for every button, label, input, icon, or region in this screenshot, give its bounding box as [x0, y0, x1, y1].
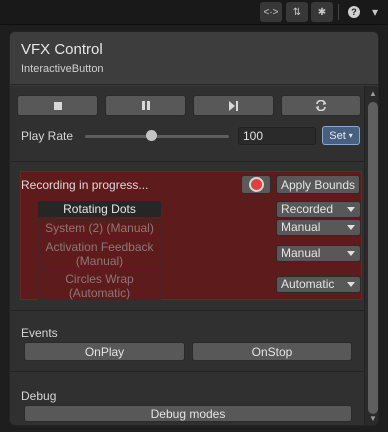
section-divider	[10, 161, 364, 162]
restart-icon	[315, 100, 327, 111]
help-icon[interactable]: ?	[344, 2, 364, 22]
mode-value: Automatic	[281, 277, 335, 291]
system-name-line: (Automatic)	[68, 286, 131, 300]
system-name-line: (Manual)	[75, 254, 124, 268]
system-name-line: Circles Wrap	[65, 272, 134, 286]
system-name-system-2[interactable]: System (2) (Manual)	[38, 220, 161, 236]
system-name-line: Activation Feedback	[45, 240, 154, 254]
panel-content: Play Rate 100 Set ▾ Recording in progres…	[10, 86, 364, 425]
play-rate-slider-thumb[interactable]	[146, 130, 157, 141]
vfx-control-panel: VFX Control InteractiveButton Play Rate …	[9, 31, 379, 426]
recording-status: Recording in progress...	[21, 178, 149, 192]
bug-icon-glyph: ✱	[317, 6, 327, 18]
mode-dropdown-activation-feedback[interactable]: Manual	[276, 245, 361, 262]
play-rate-slider-track[interactable]	[85, 135, 229, 138]
onstop-button[interactable]: OnStop	[192, 342, 352, 361]
mode-value: Recorded	[281, 202, 334, 216]
mode-dropdown-rotating-dots[interactable]: Recorded	[276, 201, 361, 218]
layout-icon-glyph: ⇅	[292, 6, 302, 18]
step-forward-button[interactable]	[193, 95, 274, 116]
set-button-label: Set	[329, 129, 346, 142]
chevron-down-icon	[347, 207, 355, 212]
layout-icon[interactable]: ⇅	[286, 2, 308, 22]
events-label: Events	[21, 326, 58, 340]
mode-dropdown-circles-wrap[interactable]: Automatic	[276, 276, 361, 293]
panel-header: VFX Control InteractiveButton	[10, 32, 378, 85]
debug-modes-button[interactable]: Debug modes	[24, 405, 352, 422]
bug-icon[interactable]: ✱	[311, 2, 333, 22]
mode-value: Manual	[281, 246, 321, 260]
debug-label: Debug	[21, 389, 57, 403]
system-name-activation-feedback[interactable]: Activation Feedback (Manual)	[38, 239, 161, 268]
toolbar-divider	[338, 4, 339, 20]
system-name-rotating-dots[interactable]: Rotating Dots	[38, 201, 161, 217]
chevron-down-icon	[347, 251, 355, 256]
stop-button[interactable]	[17, 95, 98, 116]
stop-icon	[53, 101, 62, 110]
menu-caret-icon[interactable]: ▾	[366, 2, 384, 22]
section-divider	[10, 310, 364, 311]
chevron-down-icon	[347, 225, 355, 230]
chevron-down-icon: ▾	[348, 131, 353, 140]
section-divider	[10, 371, 364, 372]
panel-subtitle: InteractiveButton	[21, 63, 104, 75]
record-button[interactable]	[241, 175, 271, 194]
scroll-up-icon[interactable]: ▲	[365, 88, 378, 100]
pause-icon	[141, 101, 150, 110]
scrollbar-thumb[interactable]	[368, 102, 378, 414]
mode-dropdown-system-2[interactable]: Manual	[276, 219, 361, 236]
restart-button[interactable]	[281, 95, 361, 116]
onplay-button[interactable]: OnPlay	[24, 342, 185, 361]
play-rate-input[interactable]: 100	[238, 127, 316, 145]
panel-title: VFX Control	[21, 41, 103, 58]
step-forward-icon	[229, 100, 238, 111]
code-icon[interactable]: <·>	[260, 2, 282, 22]
help-icon-glyph: ?	[348, 6, 360, 18]
menu-caret-glyph: ▾	[371, 5, 379, 19]
system-name-circles-wrap[interactable]: Circles Wrap (Automatic)	[38, 271, 161, 300]
editor-toolbar: <·> ⇅ ✱ ? ▾	[0, 0, 388, 25]
pause-button[interactable]	[105, 95, 186, 116]
record-icon	[250, 179, 262, 190]
vertical-scrollbar[interactable]: ▲ ▼	[364, 86, 378, 425]
apply-bounds-button[interactable]: Apply Bounds	[276, 175, 360, 194]
code-icon-glyph: <·>	[263, 6, 279, 18]
set-button[interactable]: Set ▾	[322, 126, 360, 145]
chevron-down-icon	[347, 282, 355, 287]
mode-value: Manual	[281, 220, 321, 234]
scroll-down-icon[interactable]: ▼	[365, 413, 378, 425]
play-rate-label: Play Rate	[21, 129, 74, 143]
